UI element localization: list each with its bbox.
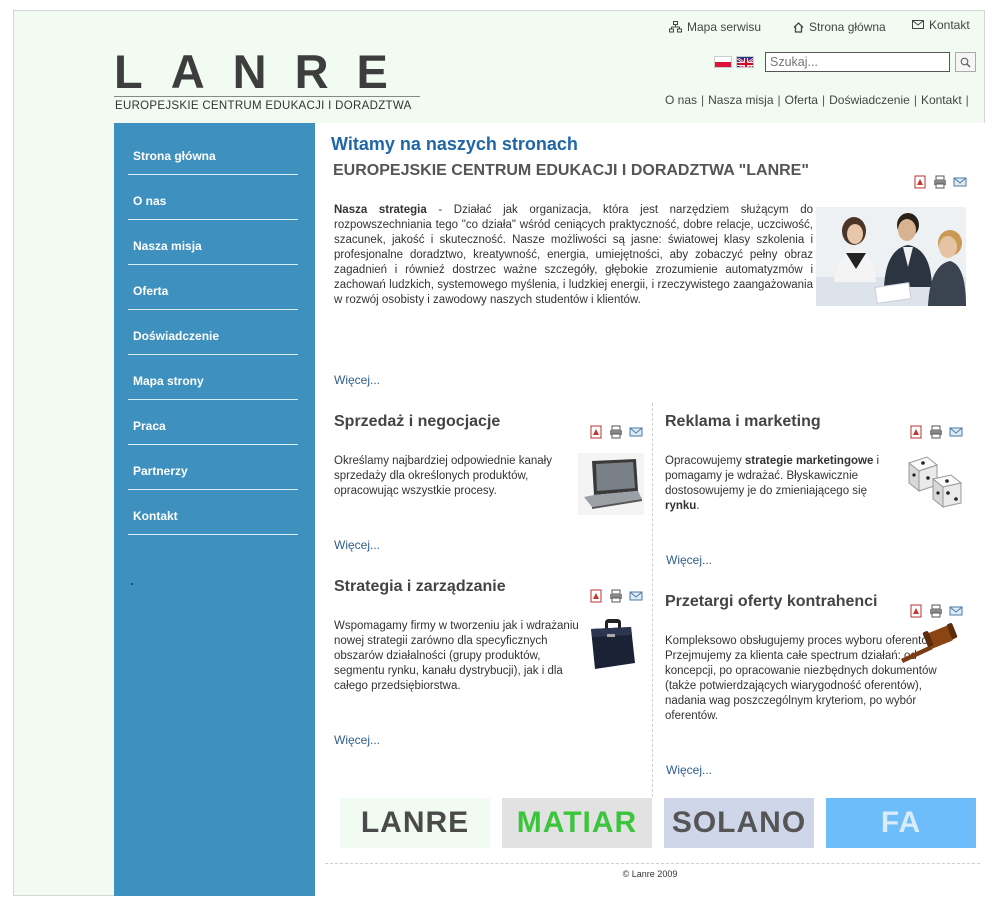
top-link-home-label: Strona główna [809, 20, 886, 34]
section-title-reklama: Reklama i marketing [665, 413, 821, 430]
sidebar-item-mapa-strony[interactable]: Mapa strony [128, 355, 298, 400]
search-input[interactable] [765, 52, 950, 72]
banner-matiar[interactable]: MATIAR [502, 798, 652, 848]
subnav-kontakt[interactable]: Kontakt [921, 93, 962, 107]
pdf-icon[interactable] [909, 425, 923, 439]
banner-lanre[interactable]: LANRE [340, 798, 490, 848]
subnav-oferta[interactable]: Oferta [785, 93, 818, 107]
flag-en-icon[interactable] [736, 56, 754, 68]
sidebar-item-label: Oferta [133, 284, 169, 298]
sidebar: Strona główna O nas Nasza misja Oferta D… [114, 123, 315, 896]
email-icon[interactable] [949, 425, 963, 439]
flag-pl-icon[interactable] [714, 56, 732, 68]
sidebar-item-nasza-misja[interactable]: Nasza misja [128, 220, 298, 265]
top-link-contact[interactable]: Kontakt [912, 18, 970, 32]
section-title-strategia: Strategia i zarządzanie [334, 578, 506, 595]
briefcase-image [587, 617, 637, 678]
sidebar-item-label: Doświadczenie [133, 329, 220, 343]
search-icon [960, 57, 971, 68]
sidebar-item-label: Strona główna [133, 149, 216, 163]
subnav-nasza-misja[interactable]: Nasza misja [708, 93, 773, 107]
intro-text: - Działać jak organizacja, która jest na… [334, 204, 814, 306]
print-icon[interactable] [933, 175, 947, 189]
logo-divider [114, 96, 420, 97]
subnav-o-nas[interactable]: O nas [665, 93, 697, 107]
top-link-contact-label: Kontakt [929, 18, 970, 32]
sidebar-item-partnerzy[interactable]: Partnerzy [128, 445, 298, 490]
footer-divider [325, 863, 980, 864]
pdf-icon[interactable] [913, 175, 927, 189]
partner-banners: LANRE MATIAR SOLANO FA [340, 798, 980, 850]
footer-copyright: © Lanre 2009 [622, 869, 678, 879]
intro-paragraph: Nasza strategia - Działać jak organizacj… [334, 203, 813, 308]
section-title-sprzedaz: Sprzedaż i negocjacje [334, 413, 501, 430]
email-icon[interactable] [629, 425, 643, 439]
section-more-reklama[interactable]: Więcej... [666, 553, 712, 567]
sidebar-item-label: O nas [133, 194, 167, 208]
section-more-sprzedaz[interactable]: Więcej... [334, 538, 380, 552]
section-text-sprzedaz: Określamy najbardziej odpowiednie kanały… [334, 455, 552, 497]
laptop-image [578, 453, 644, 520]
home-icon [793, 21, 804, 33]
sidebar-item-o-nas[interactable]: O nas [128, 175, 298, 220]
print-icon[interactable] [609, 589, 623, 603]
email-icon[interactable] [629, 589, 643, 603]
site-logo[interactable]: LANRE EUROPEJSKIE CENTRUM EDUKACJI I DOR… [114, 45, 424, 117]
section-tools-przetargi [909, 604, 963, 618]
union-jack-icon [737, 57, 753, 67]
intro-strong: Nasza strategia [334, 204, 427, 216]
email-icon[interactable] [949, 604, 963, 618]
section-tools-sprzedaz [589, 425, 643, 439]
section-more-strategia[interactable]: Więcej... [334, 733, 380, 747]
top-links: Mapa serwisu Strona główna Kontakt [669, 17, 979, 37]
pdf-icon[interactable] [909, 604, 923, 618]
page-frame: Mapa serwisu Strona główna Kontakt LANRE… [13, 10, 985, 896]
sidebar-item-oferta[interactable]: Oferta [128, 265, 298, 310]
section-text-reklama: Opracowujemy strategie marketingowe i po… [665, 455, 880, 512]
email-icon[interactable] [953, 175, 967, 189]
section-text-strategia: Wspomagamy firmy w tworzeniu jak i wdraż… [334, 620, 579, 692]
sidebar-item-label: Praca [133, 419, 166, 433]
dice-image [903, 453, 965, 516]
section-more-przetargi[interactable]: Więcej... [666, 763, 712, 777]
intro-more-link[interactable]: Więcej... [334, 373, 380, 387]
page-title: Witamy na naszych stronach [331, 134, 578, 154]
sidebar-item-kontakt[interactable]: Kontakt [128, 490, 298, 535]
main-content: Witamy na naszych stronach EUROPEJSKIE C… [315, 123, 985, 896]
section-title-przetargi: Przetargi oferty kontrahenci [665, 593, 878, 610]
top-link-home[interactable]: Strona główna [793, 20, 886, 34]
pdf-icon[interactable] [589, 425, 603, 439]
search-button[interactable] [955, 52, 976, 72]
sidebar-item-label: Kontakt [133, 509, 178, 523]
sidebar-dot: . [131, 583, 133, 585]
top-link-sitemap[interactable]: Mapa serwisu [669, 20, 761, 34]
subnav-doswiadczenie[interactable]: Doświadczenie [829, 93, 910, 107]
sidebar-item-praca[interactable]: Praca [128, 400, 298, 445]
banner-solano[interactable]: SOLANO [664, 798, 814, 848]
sidebar-item-strona-glowna[interactable]: Strona główna [128, 130, 298, 175]
sidebar-item-label: Mapa strony [133, 374, 204, 388]
page-subtitle: EUROPEJSKIE CENTRUM EDUKACJI I DORADZTWA… [333, 162, 809, 179]
sidebar-item-label: Nasza misja [133, 239, 202, 253]
logo-subtitle: EUROPEJSKIE CENTRUM EDUKACJI I DORADZTWA [115, 100, 412, 112]
column-divider [652, 403, 653, 797]
section-tools-strategia [589, 589, 643, 603]
print-icon[interactable] [929, 425, 943, 439]
section-tools-reklama [909, 425, 963, 439]
print-icon[interactable] [929, 604, 943, 618]
sidebar-item-label: Partnerzy [133, 464, 188, 478]
sidebar-item-doswiadczenie[interactable]: Doświadczenie [128, 310, 298, 355]
logo-title: LANRE [114, 45, 416, 98]
intro-tools [913, 175, 967, 189]
banner-fa[interactable]: FA [826, 798, 976, 848]
business-meeting-photo [816, 207, 966, 306]
pdf-icon[interactable] [589, 589, 603, 603]
mail-icon [912, 20, 924, 29]
secondary-nav: O nas | Nasza misja | Oferta | Doświadczeni… [665, 93, 969, 107]
sitemap-icon [669, 21, 682, 33]
top-link-sitemap-label: Mapa serwisu [687, 20, 762, 34]
gavel-image [897, 623, 967, 672]
print-icon[interactable] [609, 425, 623, 439]
